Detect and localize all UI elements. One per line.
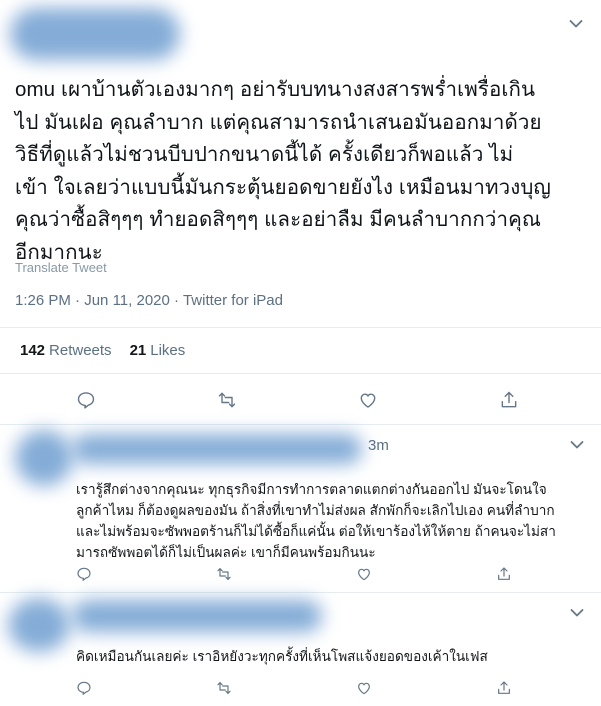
tweet-text: omu เผาบ้านตัวเองมากๆ อย่ารับบทนางสงสารพ… — [15, 74, 585, 269]
tweet-line: เข้า ใจเลยว่าแบบนี้มันกระตุ้นยอดขายยังไง… — [15, 175, 551, 199]
reply-author-blurred — [72, 600, 322, 632]
reply-line: และไม่พร้อมจะซัพพอตร้านก็ไม่ได้ซื้อก็แค่… — [76, 524, 556, 539]
heart-icon[interactable] — [356, 566, 372, 582]
retweets-count: 142 — [20, 342, 46, 359]
retweet-icon[interactable] — [216, 680, 232, 696]
author-blurred — [10, 8, 180, 60]
reply-icon[interactable] — [76, 680, 92, 696]
tweet-meta: 1:26 PM · Jun 11, 2020 · Twitter for iPa… — [15, 292, 283, 309]
chevron-down-icon[interactable] — [570, 440, 584, 450]
reply-actions — [76, 566, 512, 582]
reply-icon[interactable] — [76, 390, 96, 410]
reply-text: เรารู้สึกต่างจากคุณนะ ทุกธุรกิจมีการทำกา… — [76, 479, 556, 563]
tweet-actions — [76, 390, 519, 410]
reply-author-blurred — [72, 434, 362, 464]
tweet-line: วิธีที่ดูแล้วไม่ชวนบีบปากขนาดนี้ได้ ครั้… — [15, 143, 514, 166]
retweets-label: Retweets — [49, 342, 112, 359]
divider — [0, 327, 601, 328]
tweet-line: คุณว่าซื้อสิๆๆๆ ทำยอดสิๆๆๆ และอย่าลืม มี… — [15, 208, 542, 231]
reply-avatar-blurred — [8, 598, 70, 652]
separator: · — [174, 292, 183, 309]
divider — [0, 592, 601, 593]
reply-time[interactable]: 3m — [368, 437, 389, 454]
reply-text: คิดเหมือนกันเลยค่ะ เราอิหยังวะทุกครั้งที… — [76, 646, 488, 667]
separator: · — [75, 292, 85, 309]
tweet-date: Jun 11, 2020 — [84, 292, 170, 309]
tweet-line: ไป มันเฝอ คุณลำบาก แต่คุณสามารถนำเสนอมัน… — [15, 110, 542, 134]
heart-icon[interactable] — [356, 680, 372, 696]
reply-line: ลูกค้าไหม ก็ต้องดูผลของมัน ถ้าสิ่งที่เขา… — [76, 503, 555, 518]
share-icon[interactable] — [496, 680, 512, 696]
tweet-line: omu เผาบ้านตัวเองมากๆ อย่ารับบทนางสงสารพ… — [15, 78, 536, 101]
tweet-time: 1:26 PM — [15, 292, 71, 309]
chevron-down-icon[interactable] — [569, 19, 583, 29]
heart-icon[interactable] — [358, 390, 378, 410]
tweet-stats: 142 Retweets 21 Likes — [20, 342, 185, 359]
reply-line: เรารู้สึกต่างจากคุณนะ ทุกธุรกิจมีการทำกา… — [76, 482, 547, 497]
reply-avatar-blurred — [15, 430, 73, 486]
divider — [0, 373, 601, 374]
retweets-stat[interactable]: 142 Retweets — [20, 342, 112, 359]
retweet-icon[interactable] — [217, 390, 237, 410]
reply-icon[interactable] — [76, 566, 92, 582]
likes-label: Likes — [150, 342, 186, 359]
chevron-down-icon[interactable] — [570, 608, 584, 618]
translate-tweet-link[interactable]: Translate Tweet — [15, 260, 107, 275]
tweet-source[interactable]: Twitter for iPad — [183, 292, 283, 309]
divider — [0, 424, 601, 425]
share-icon[interactable] — [499, 390, 519, 410]
reply-actions — [76, 680, 512, 696]
reply-line: มารถซัพพอตได้ก็ไม่เป็นผลค่ะ เขาก็มีคนพร้… — [76, 545, 376, 560]
likes-count: 21 — [129, 342, 147, 359]
share-icon[interactable] — [496, 566, 512, 582]
reply-line: คิดเหมือนกันเลยค่ะ เราอิหยังวะทุกครั้งที… — [76, 649, 488, 664]
likes-stat[interactable]: 21 Likes — [130, 342, 186, 359]
retweet-icon[interactable] — [216, 566, 232, 582]
